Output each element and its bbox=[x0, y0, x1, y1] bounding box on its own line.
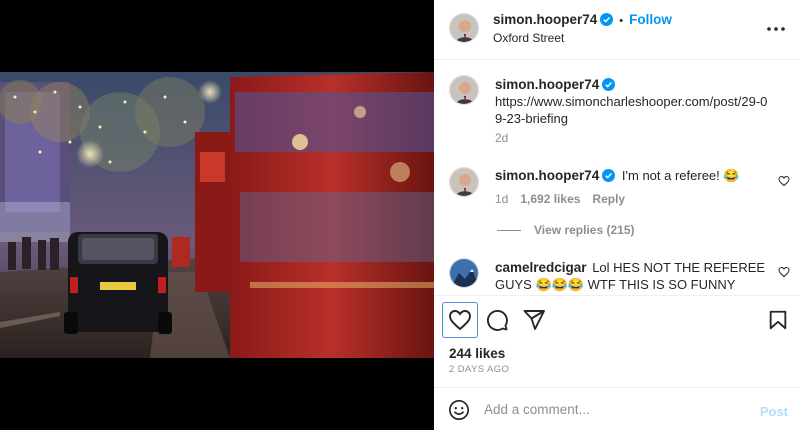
comment-body: simon.hooper74 I'm not a referee! 😂 bbox=[495, 167, 770, 184]
share-button[interactable] bbox=[516, 302, 552, 338]
post-header: simon.hooper74 • Follow Oxford Street bbox=[434, 0, 800, 60]
post-details-panel: simon.hooper74 • Follow Oxford Street simo… bbox=[434, 0, 800, 430]
reply-button[interactable]: Reply bbox=[592, 192, 625, 206]
comment-button[interactable] bbox=[479, 302, 515, 338]
caption-text[interactable]: https://www.simoncharleshooper.com/post/… bbox=[495, 94, 767, 126]
comment-text: I'm not a referee! 😂 bbox=[621, 168, 740, 183]
post-comment-button[interactable]: Post bbox=[760, 404, 788, 419]
post-actions: 244 likes 2 DAYS AGO bbox=[434, 295, 800, 387]
caption-timestamp: 2d bbox=[495, 131, 509, 145]
caption-avatar[interactable] bbox=[449, 75, 479, 105]
caption-username[interactable]: simon.hooper74 bbox=[495, 77, 599, 92]
emoji-icon[interactable] bbox=[448, 399, 470, 421]
more-options-icon[interactable] bbox=[766, 22, 786, 36]
comment-likes[interactable]: 1,692 likes bbox=[520, 192, 580, 206]
author-username[interactable]: simon.hooper74 bbox=[493, 12, 597, 27]
separator-dot: • bbox=[619, 15, 624, 27]
verified-badge-icon bbox=[600, 13, 614, 26]
share-icon bbox=[523, 310, 545, 330]
post-media bbox=[0, 0, 434, 430]
comment-username[interactable]: camelredcigar bbox=[495, 260, 587, 275]
comment-icon bbox=[487, 310, 508, 331]
caption-body: simon.hooper74 https://www.simoncharlesh… bbox=[495, 76, 770, 127]
verified-badge-icon bbox=[602, 169, 616, 182]
comment-username[interactable]: simon.hooper74 bbox=[495, 168, 599, 183]
avatar-image bbox=[450, 259, 478, 287]
comment-input[interactable] bbox=[484, 397, 744, 421]
comment-avatar[interactable] bbox=[449, 258, 479, 288]
follow-button[interactable]: Follow bbox=[629, 12, 672, 27]
avatar-image bbox=[450, 168, 478, 196]
street-scene-image bbox=[0, 72, 434, 358]
comment-body: camelredcigar Lol HES NOT THE REFEREE GU… bbox=[495, 259, 770, 293]
bookmark-icon bbox=[769, 310, 787, 330]
caption-time: 2d bbox=[495, 131, 508, 145]
comment-like-heart-icon[interactable] bbox=[778, 175, 790, 187]
post-age: 2 DAYS AGO bbox=[449, 364, 510, 375]
add-comment-bar: Post bbox=[434, 387, 800, 430]
comment-avatar[interactable] bbox=[449, 167, 479, 197]
view-replies-button[interactable]: View replies (215) bbox=[497, 223, 635, 237]
avatar-image bbox=[450, 76, 478, 104]
like-button[interactable] bbox=[442, 302, 478, 338]
view-replies-label: View replies (215) bbox=[534, 223, 635, 237]
comment-like-heart-icon[interactable] bbox=[778, 266, 790, 278]
comment-time: 1d bbox=[495, 192, 509, 206]
header-line: simon.hooper74 • Follow bbox=[493, 12, 672, 27]
avatar-image bbox=[450, 14, 478, 42]
comments-list[interactable]: simon.hooper74 https://www.simoncharlesh… bbox=[434, 61, 800, 295]
location-link[interactable]: Oxford Street bbox=[493, 31, 564, 45]
likes-count[interactable]: 244 likes bbox=[449, 346, 505, 361]
verified-badge-icon bbox=[602, 78, 616, 91]
heart-icon bbox=[449, 310, 471, 331]
save-button[interactable] bbox=[760, 302, 796, 338]
author-avatar[interactable] bbox=[449, 13, 479, 43]
comment-meta: 1d 1,692 likes Reply bbox=[495, 192, 625, 206]
post-photo[interactable] bbox=[0, 72, 434, 358]
view-replies-rule bbox=[497, 230, 521, 232]
